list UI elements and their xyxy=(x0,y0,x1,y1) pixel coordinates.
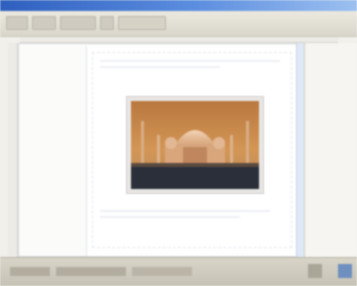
title-bar[interactable] xyxy=(0,0,357,11)
toolbar xyxy=(0,11,357,37)
status-segment xyxy=(56,267,126,276)
status-icon[interactable] xyxy=(308,264,322,278)
placed-photo[interactable] xyxy=(131,101,259,189)
text-line xyxy=(100,60,280,62)
app-window xyxy=(0,0,357,286)
vertical-ruler xyxy=(8,43,18,257)
text-line xyxy=(100,210,270,212)
side-panel xyxy=(304,43,357,257)
toolbar-button-1[interactable] xyxy=(6,16,28,30)
taj-mahal-photo xyxy=(131,101,259,189)
text-line xyxy=(100,66,220,68)
toolbar-button-4[interactable] xyxy=(100,16,114,30)
toolbar-button-3[interactable] xyxy=(60,16,96,30)
status-segment xyxy=(10,267,50,276)
tray-icon[interactable] xyxy=(338,264,352,278)
image-frame[interactable] xyxy=(126,96,264,194)
status-segment xyxy=(132,267,192,276)
text-line xyxy=(100,216,240,218)
status-bar xyxy=(0,257,357,286)
vertical-scrollbar[interactable] xyxy=(296,43,304,257)
toolbar-button-5[interactable] xyxy=(118,16,166,30)
toolbar-button-2[interactable] xyxy=(32,16,56,30)
